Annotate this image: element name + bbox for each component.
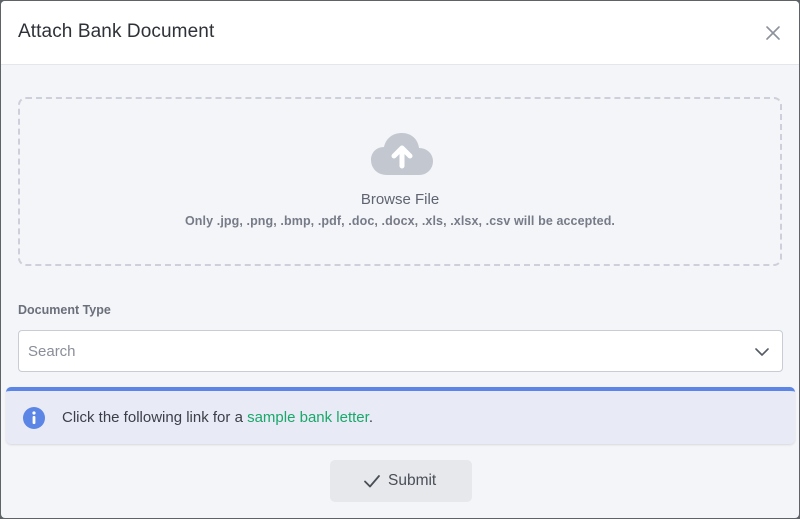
info-text-prefix: Click the following link for a (62, 409, 248, 426)
info-alert: Click the following link for a sample ba… (6, 387, 795, 444)
check-icon (364, 475, 380, 488)
document-type-label: Document Type (18, 303, 111, 317)
close-button[interactable] (763, 23, 783, 43)
info-message: Click the following link for a sample ba… (62, 409, 373, 426)
attach-bank-document-dialog: Attach Bank Document Browse File Only .j… (1, 1, 799, 518)
cloud-upload-icon (371, 133, 433, 175)
close-icon (766, 26, 780, 40)
chevron-down-icon (755, 348, 769, 356)
dialog-title: Attach Bank Document (18, 21, 215, 42)
info-text-suffix: . (368, 409, 373, 426)
submit-label: Submit (388, 472, 437, 489)
file-dropzone[interactable]: Browse File Only .jpg, .png, .bmp, .pdf,… (18, 97, 782, 266)
browse-file-label[interactable]: Browse File (20, 191, 780, 208)
document-type-select[interactable]: Search (18, 330, 783, 372)
document-type-placeholder: Search (28, 343, 76, 360)
sample-bank-letter-link[interactable]: sample bank letter (247, 409, 369, 426)
submit-button[interactable]: Submit (330, 460, 472, 502)
accepted-formats-note: Only .jpg, .png, .bmp, .pdf, .doc, .docx… (184, 214, 616, 228)
dialog-header: Attach Bank Document (1, 1, 799, 65)
info-icon (23, 407, 45, 429)
